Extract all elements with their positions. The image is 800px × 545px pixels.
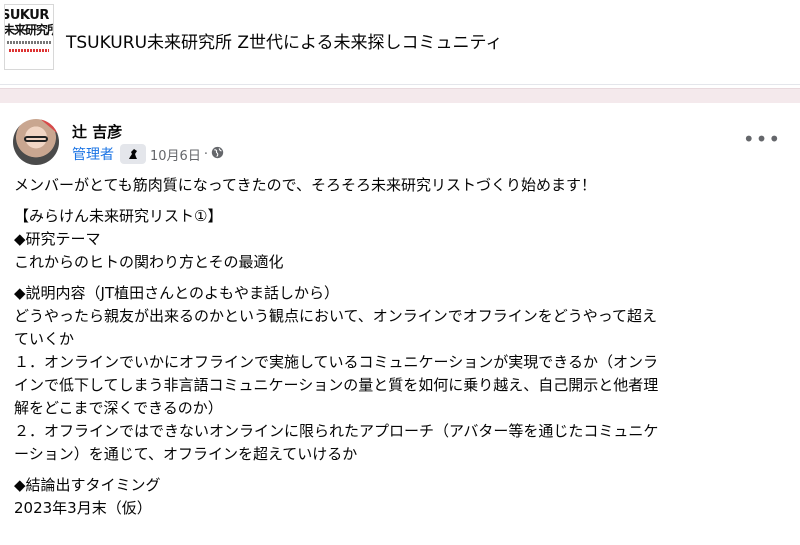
logo-small-print: [7, 41, 51, 44]
logo-text-top: SUKUR: [4, 8, 49, 23]
avatar-ribbon: [36, 119, 59, 136]
post-line: ーション）を通じて、オフラインを超えていけるか: [14, 445, 358, 463]
post-body: メンバーがとても筋肉質になってきたので、そろそろ未来研究リストづくり始めます！ …: [14, 174, 790, 520]
post-line: メンバーがとても筋肉質になってきたので、そろそろ未来研究リストづくり始めます！: [14, 176, 597, 194]
post-line: 解をどこまで深くできるのか）: [14, 399, 223, 417]
post-line: 2023年3月末（仮）: [14, 499, 152, 517]
logo-text-main: 未来研究所: [4, 23, 54, 37]
post-line: インで低下してしまう非言語コミュニケーションの量と質を如何に乗り越え、自己開示と…: [14, 376, 659, 394]
post-line: ２．オフラインではできないオンラインに限られたアプローチ（アバター等を通じたコミ…: [14, 422, 659, 440]
admin-badge-icon: [120, 144, 146, 164]
post-line: ていくか: [14, 330, 75, 348]
post-line: これからのヒトの関わり方とその最適化: [14, 253, 284, 271]
avatar-glasses: [24, 136, 48, 142]
group-header: SUKUR 未来研究所 TSUKURU未来研究所 Z世代による未来探しコミュニテ…: [0, 0, 800, 85]
post-line: 【みらけん未来研究リスト①】: [14, 207, 223, 225]
group-logo[interactable]: SUKUR 未来研究所: [4, 4, 54, 70]
post-line: ◆説明内容（JT植田さんとのよもやま話しから）: [14, 284, 339, 302]
logo-tagline: [9, 49, 49, 52]
author-avatar[interactable]: [13, 119, 59, 165]
chess-piece-icon: [129, 149, 137, 159]
more-options-icon[interactable]: •••: [743, 125, 780, 153]
post-meta: 管理者 10月6日 ·: [72, 143, 224, 165]
section-separator: [0, 88, 800, 103]
post-card: 辻 吉彦 管理者 10月6日 · ••• メンバーがとても筋肉質になってきたので…: [0, 103, 800, 545]
author-name[interactable]: 辻 吉彦: [72, 121, 122, 142]
group-title[interactable]: TSUKURU未来研究所 Z世代による未来探しコミュニティ: [66, 28, 503, 53]
post-line: ◆結論出すタイミング: [14, 476, 161, 494]
post-date[interactable]: 10月6日: [150, 145, 201, 164]
role-label[interactable]: 管理者: [72, 144, 114, 164]
post-line: ◆研究テーマ: [14, 230, 101, 248]
post-line: １．オンラインでいかにオフラインで実施しているコミュニケーションが実現できるか（…: [14, 353, 658, 371]
meta-separator: ·: [203, 146, 208, 162]
globe-icon: [211, 146, 224, 163]
post-line: どうやったら親友が出来るのかという観点において、オンラインでオフラインをどうやっ…: [14, 307, 658, 325]
